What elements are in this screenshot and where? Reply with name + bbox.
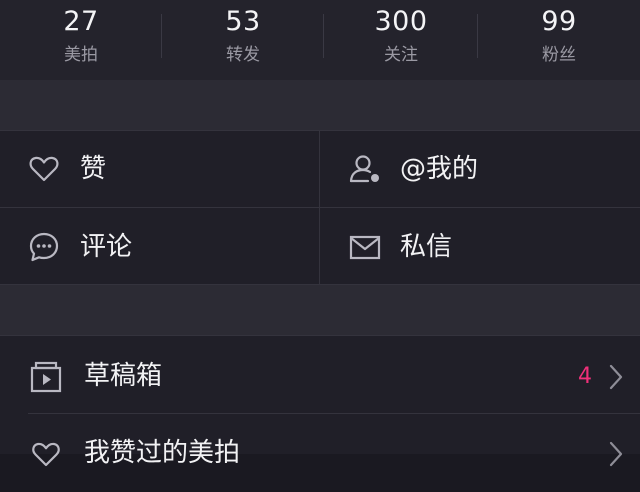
mentions-cell[interactable]: @我的 [320,130,640,207]
heart-icon [29,156,59,182]
heart-icon [32,442,60,467]
stat-reposts[interactable]: 53 转发 [162,0,324,80]
mentions-label: @我的 [400,154,479,184]
stat-label: 关注 [384,45,418,65]
chevron-right-icon [609,441,623,467]
stat-count: 300 [374,6,428,37]
stat-label: 美拍 [64,45,98,65]
profile-stats-bar: 27 美拍 53 转发 300 关注 99 粉丝 [0,0,640,80]
stat-following[interactable]: 300 关注 [324,0,478,80]
section-spacer [0,285,640,335]
stat-count: 99 [541,6,577,37]
liked-posts-row[interactable]: 我赞过的美拍 [0,414,640,492]
messages-cell[interactable]: 私信 [320,208,640,285]
comments-cell[interactable]: 评论 [0,208,319,285]
stat-label: 粉丝 [542,45,576,65]
stat-count: 27 [63,6,99,37]
drafts-label: 草稿箱 [84,361,163,391]
likes-label: 赞 [80,154,107,184]
chevron-right-icon [609,364,623,390]
comment-bubble-icon [29,232,59,262]
drafts-count-badge: 4 [578,364,592,389]
comments-label: 评论 [80,232,133,262]
envelope-icon [349,235,381,260]
liked-posts-label: 我赞过的美拍 [84,438,241,468]
user-at-icon [349,155,379,183]
stat-count: 53 [225,6,261,37]
stat-meipai[interactable]: 27 美拍 [0,0,162,80]
messages-label: 私信 [400,232,453,262]
notification-grid: 赞 @我的 评论 私信 [0,130,640,285]
drafts-box-icon [30,361,62,393]
stat-label: 转发 [226,45,260,65]
menu-list: 草稿箱 4 我赞过的美拍 [0,335,640,468]
section-spacer [0,80,640,130]
likes-cell[interactable]: 赞 [0,130,319,207]
drafts-row[interactable]: 草稿箱 4 [0,335,640,413]
stat-followers[interactable]: 99 粉丝 [478,0,640,80]
